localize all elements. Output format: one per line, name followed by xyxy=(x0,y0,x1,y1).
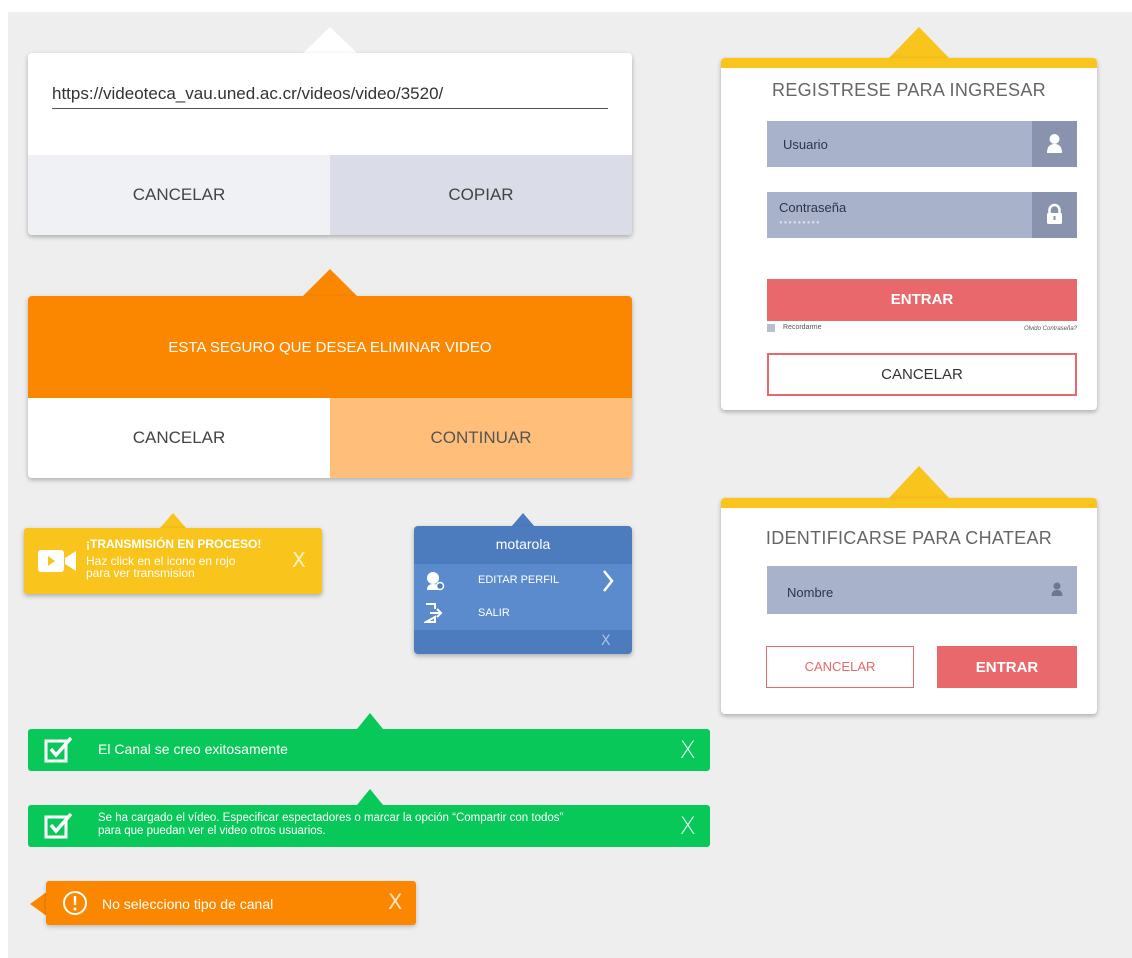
edit-profile-label: EDITAR PERFIL xyxy=(478,574,560,586)
name-label: Nombre xyxy=(787,585,834,600)
delete-popover-arrow xyxy=(302,269,358,297)
live-close-button[interactable]: X xyxy=(292,548,306,572)
login-panel: REGISTRESE PARA INGRESAR Usuario Contras… xyxy=(721,58,1097,410)
chat-enter-button[interactable]: ENTRAR xyxy=(937,646,1077,688)
share-popover: https://videoteca_vau.uned.ac.cr/videos/… xyxy=(28,53,632,235)
password-value: ●●●●●●●●● xyxy=(779,220,821,226)
error-close-button[interactable]: X xyxy=(388,890,402,914)
login-enter-button[interactable]: ENTRAR xyxy=(767,279,1077,321)
username: motarola xyxy=(495,536,551,552)
edit-profile-item[interactable]: EDITAR PERFIL xyxy=(422,568,632,594)
login-cancel-button[interactable]: CANCELAR xyxy=(767,353,1077,396)
user-menu: motarola EDITAR PERFIL SALIR X xyxy=(414,526,632,654)
chat-cancel-button[interactable]: CANCELAR xyxy=(766,646,914,688)
checkbox-check-icon xyxy=(44,812,74,845)
logout-label: SALIR xyxy=(478,607,510,619)
share-popover-arrow xyxy=(302,27,358,54)
name-field[interactable]: Nombre xyxy=(767,566,1077,614)
user-icon xyxy=(1045,578,1069,602)
chat-top-bar xyxy=(721,498,1097,508)
warning-icon xyxy=(62,890,88,921)
chevron-right-icon xyxy=(600,568,616,599)
continue-button[interactable]: CONTINUAR xyxy=(330,398,632,478)
chat-login-panel: IDENTIFICARSE PARA CHATEAR Nombre CANCEL… xyxy=(721,498,1097,714)
login-popover-arrow xyxy=(889,27,949,58)
user-menu-close-button[interactable]: X xyxy=(601,633,611,649)
share-cancel-button[interactable]: CANCELAR xyxy=(28,155,330,235)
user-menu-arrow xyxy=(511,513,535,527)
user-icon xyxy=(1032,121,1077,167)
logout-item[interactable]: SALIR xyxy=(422,602,632,624)
username-label: Usuario xyxy=(783,137,828,152)
lock-icon xyxy=(1032,192,1077,238)
channel-created-message: El Canal se creo exitosamente xyxy=(98,741,288,757)
forgot-password-link[interactable]: Olvido Contraseña? xyxy=(997,326,1077,332)
live-title: ¡TRANSMISIÓN EN PROCESO! xyxy=(86,537,262,551)
channel-created-alert: El Canal se creo exitosamente X xyxy=(28,729,710,771)
copy-button[interactable]: COPIAR xyxy=(330,155,632,235)
login-top-bar xyxy=(721,58,1097,68)
video-uploaded-message-line2: para que puedan ver el video otros usuar… xyxy=(98,825,326,837)
user-settings-icon xyxy=(424,571,446,596)
share-url-input[interactable]: https://videoteca_vau.uned.ac.cr/videos/… xyxy=(52,84,608,109)
alert-close-button[interactable]: X xyxy=(680,736,696,764)
chat-title: IDENTIFICARSE PARA CHATEAR xyxy=(765,528,1053,548)
chat-popover-arrow xyxy=(889,466,949,498)
password-field[interactable]: Contraseña ●●●●●●●●● xyxy=(767,192,1077,238)
alert-close-button[interactable]: X xyxy=(680,812,696,840)
checkbox-check-icon xyxy=(44,736,74,769)
alert-arrow xyxy=(357,713,383,729)
remember-checkbox[interactable] xyxy=(767,324,775,332)
delete-confirm-dialog: ESTA SEGURO QUE DESEA ELIMINAR VIDEO CAN… xyxy=(28,296,632,478)
live-tooltip-arrow xyxy=(160,513,186,528)
video-camera-icon[interactable] xyxy=(38,546,78,581)
live-transmission-tooltip: ¡TRANSMISIÓN EN PROCESO! Haz click en el… xyxy=(24,528,322,594)
video-uploaded-message-line1: Se ha cargado el vídeo. Especificar espe… xyxy=(98,812,564,824)
channel-type-error-alert: No selecciono tipo de canal X xyxy=(46,881,416,925)
delete-cancel-button[interactable]: CANCELAR xyxy=(28,398,330,478)
login-title: REGISTRESE PARA INGRESAR xyxy=(772,80,1046,100)
password-label: Contraseña xyxy=(779,200,847,215)
remember-label: Recordarme xyxy=(783,324,822,331)
live-line2: para ver transmision xyxy=(86,566,195,580)
video-uploaded-alert: Se ha cargado el vídeo. Especificar espe… xyxy=(28,805,710,847)
username-field[interactable]: Usuario xyxy=(767,121,1077,167)
channel-type-error-message: No selecciono tipo de canal xyxy=(102,896,274,912)
alert-arrow xyxy=(357,789,383,805)
delete-confirm-message: ESTA SEGURO QUE DESEA ELIMINAR VIDEO xyxy=(28,296,632,398)
logout-icon xyxy=(422,602,444,629)
